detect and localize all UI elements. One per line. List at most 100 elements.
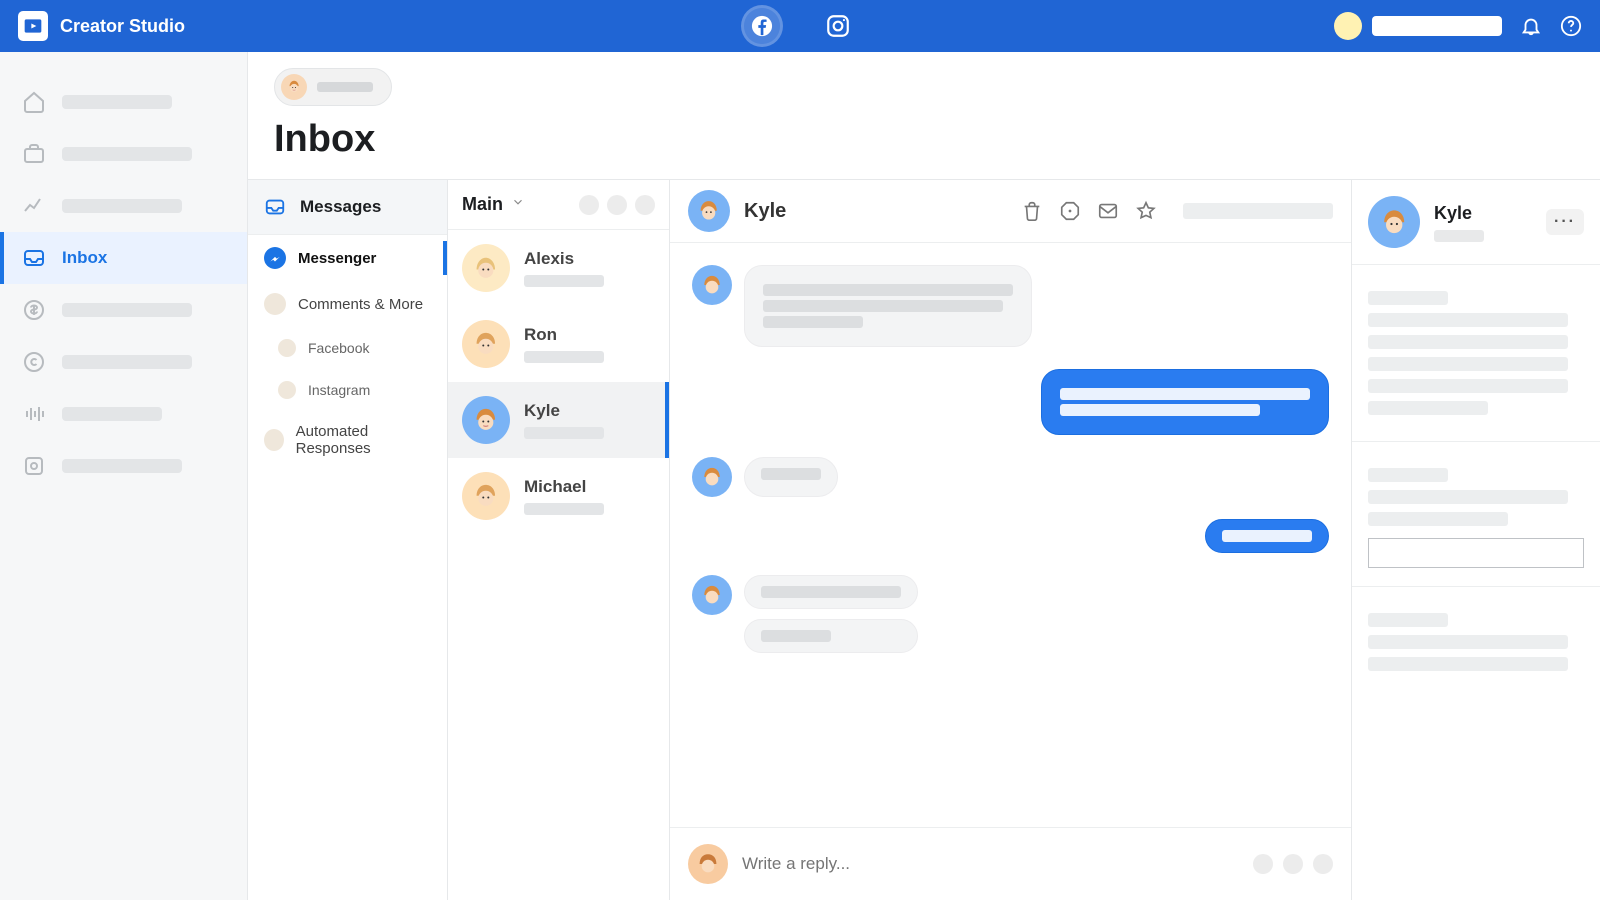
contact-header: Kyle ··· xyxy=(1352,180,1600,265)
tab-label: Automated Responses xyxy=(296,423,431,457)
page-name-placeholder xyxy=(317,82,373,92)
star-icon[interactable] xyxy=(1135,200,1157,222)
tab-comments[interactable]: Comments & More xyxy=(248,281,447,327)
facebook-tab[interactable] xyxy=(744,8,780,44)
message-avatar xyxy=(692,575,732,615)
tab-automated[interactable]: Automated Responses xyxy=(248,411,447,469)
contact-name: Kyle xyxy=(1434,203,1484,224)
thread-ron[interactable]: Ron xyxy=(448,306,669,382)
notifications-icon[interactable] xyxy=(1520,15,1542,37)
contact-meta-placeholder xyxy=(1434,230,1484,242)
message-incoming xyxy=(692,575,1329,653)
message-incoming xyxy=(692,457,1329,497)
account-avatar xyxy=(1334,12,1362,40)
participant-avatar xyxy=(688,190,730,232)
sidebar-item-home[interactable] xyxy=(0,76,247,128)
composer-action-placeholder[interactable] xyxy=(1313,854,1333,874)
mail-icon[interactable] xyxy=(1097,200,1119,222)
left-sidebar: Inbox xyxy=(0,52,248,900)
message-bubble xyxy=(744,575,918,609)
contact-info-panel: Kyle ··· xyxy=(1352,180,1600,900)
labels-input[interactable] xyxy=(1368,538,1584,568)
sidebar-item-insights[interactable] xyxy=(0,180,247,232)
messages-section-label: Messages xyxy=(300,197,381,217)
sidebar-label-placeholder xyxy=(62,355,192,369)
conversation-panel: Kyle xyxy=(670,180,1352,900)
info-section-2 xyxy=(1352,442,1600,587)
message-bubble xyxy=(744,265,1032,347)
thread-michael[interactable]: Michael xyxy=(448,458,669,534)
tab-dot xyxy=(264,429,284,451)
thread-avatar xyxy=(462,244,510,292)
sidebar-item-library[interactable] xyxy=(0,128,247,180)
page-header: Inbox xyxy=(248,52,1600,180)
instagram-icon xyxy=(825,13,851,39)
thread-preview-placeholder xyxy=(524,275,604,287)
instagram-tab[interactable] xyxy=(820,8,856,44)
composer-action-placeholder[interactable] xyxy=(1253,854,1273,874)
more-options-button[interactable]: ··· xyxy=(1546,209,1584,235)
sidebar-label-placeholder xyxy=(62,199,182,213)
tab-facebook[interactable]: Facebook xyxy=(248,327,447,369)
settings-icon xyxy=(22,454,46,478)
message-incoming xyxy=(692,265,1329,347)
header-action-placeholder[interactable] xyxy=(579,195,599,215)
spam-icon[interactable] xyxy=(1059,200,1081,222)
message-bubble xyxy=(1041,369,1329,435)
facebook-icon xyxy=(751,15,773,37)
trash-icon[interactable] xyxy=(1021,200,1043,222)
header-action-placeholder[interactable] xyxy=(607,195,627,215)
sidebar-item-label: Inbox xyxy=(62,248,107,268)
message-avatar xyxy=(692,457,732,497)
inbox-icon xyxy=(264,196,286,218)
copyright-icon xyxy=(22,350,46,374)
thread-avatar xyxy=(462,396,510,444)
sidebar-label-placeholder xyxy=(62,95,172,109)
info-section-3 xyxy=(1352,587,1600,697)
sidebar-item-monetization[interactable] xyxy=(0,284,247,336)
reply-input[interactable] xyxy=(742,854,1239,874)
message-bubble xyxy=(744,457,838,497)
thread-preview-placeholder xyxy=(524,503,604,515)
message-bubble xyxy=(744,619,918,653)
message-outgoing xyxy=(692,369,1329,435)
help-icon[interactable] xyxy=(1560,15,1582,37)
thread-preview-placeholder xyxy=(524,427,604,439)
tab-label: Comments & More xyxy=(298,296,423,313)
tab-label: Facebook xyxy=(308,340,369,356)
tab-messenger[interactable]: Messenger xyxy=(248,235,447,281)
app-logo xyxy=(18,11,48,41)
thread-name: Ron xyxy=(524,325,604,345)
thread-filter-label: Main xyxy=(462,194,503,215)
sidebar-label-placeholder xyxy=(62,407,162,421)
message-avatar xyxy=(692,265,732,305)
thread-name: Michael xyxy=(524,477,604,497)
account-name-placeholder xyxy=(1372,16,1502,36)
dollar-icon xyxy=(22,298,46,322)
thread-kyle[interactable]: Kyle xyxy=(448,382,669,458)
thread-alexis[interactable]: Alexis xyxy=(448,230,669,306)
app-title: Creator Studio xyxy=(60,16,185,37)
sidebar-item-rights[interactable] xyxy=(0,336,247,388)
tab-instagram[interactable]: Instagram xyxy=(248,369,447,411)
sidebar-item-sound[interactable] xyxy=(0,388,247,440)
message-list xyxy=(670,243,1351,827)
participant-name: Kyle xyxy=(744,200,786,223)
reply-composer xyxy=(670,827,1351,900)
play-icon xyxy=(23,16,43,36)
account-switcher[interactable] xyxy=(1334,12,1502,40)
info-section-1 xyxy=(1352,265,1600,442)
header-action-placeholder[interactable] xyxy=(635,195,655,215)
chevron-down-icon[interactable] xyxy=(511,195,525,214)
thread-name: Kyle xyxy=(524,401,604,421)
sidebar-item-settings[interactable] xyxy=(0,440,247,492)
page-avatar xyxy=(281,74,307,100)
sidebar-item-inbox[interactable]: Inbox xyxy=(0,232,247,284)
composer-action-placeholder[interactable] xyxy=(1283,854,1303,874)
page-selector-chip[interactable] xyxy=(274,68,392,106)
messenger-icon xyxy=(264,247,286,269)
page-title: Inbox xyxy=(274,118,1574,161)
platform-switcher xyxy=(744,8,856,44)
tab-dot xyxy=(278,339,296,357)
contact-avatar xyxy=(1368,196,1420,248)
